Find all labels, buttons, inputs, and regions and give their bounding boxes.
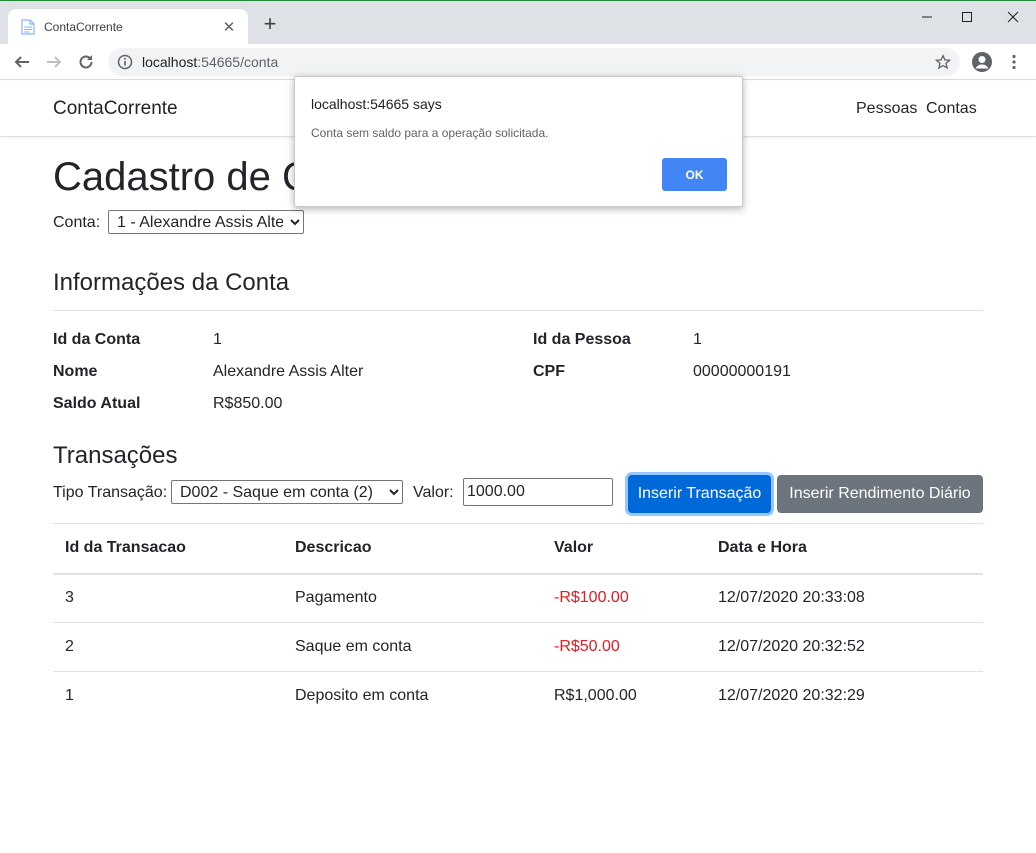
id-conta-label: Id da Conta <box>53 331 141 348</box>
address-bar[interactable]: localhost:54665/conta <box>108 48 960 76</box>
alert-dialog: localhost:54665 says Conta sem saldo par… <box>294 76 743 207</box>
browser-toolbar: localhost:54665/conta <box>0 44 1036 80</box>
bookmark-star-icon[interactable] <box>934 53 952 71</box>
reload-icon[interactable] <box>73 49 99 75</box>
tab-title: ContaCorrente <box>44 20 123 34</box>
cell-descricao: Deposito em conta <box>295 687 429 705</box>
cell-valor: R$1,000.00 <box>554 687 637 705</box>
dialog-title: localhost:54665 says <box>311 96 442 112</box>
table-row: 1 Deposito em conta R$1,000.00 12/07/202… <box>53 672 983 721</box>
table-row: 2 Saque em conta -R$50.00 12/07/2020 20:… <box>53 622 983 672</box>
dialog-ok-button[interactable]: OK <box>662 158 727 191</box>
browser-tab[interactable]: ContaCorrente ✕ <box>8 9 248 45</box>
saldo-label: Saldo Atual <box>53 395 141 412</box>
browser-tab-strip: ContaCorrente ✕ + <box>0 0 1036 45</box>
tab-close-icon[interactable]: ✕ <box>220 18 238 36</box>
cpf-label: CPF <box>533 363 565 380</box>
tipo-transacao-label: Tipo Transação: <box>53 484 168 501</box>
profile-avatar-icon[interactable] <box>970 50 994 74</box>
info-heading: Informações da Conta <box>53 269 290 296</box>
cpf-value: 00000000191 <box>693 363 791 380</box>
cell-descricao: Saque em conta <box>283 622 542 672</box>
tipo-transacao-select[interactable]: D002 - Saque em conta (2) <box>171 480 403 504</box>
page-icon <box>20 19 36 35</box>
id-pessoa-label: Id da Pessoa <box>533 331 631 348</box>
cell-descricao: Pagamento <box>283 573 542 623</box>
valor-input[interactable] <box>463 478 613 506</box>
table-row: 3 Pagamento -R$100.00 12/07/2020 20:33:0… <box>53 573 983 623</box>
cell-data-hora: 12/07/2020 20:32:29 <box>718 687 865 705</box>
info-icon[interactable] <box>108 54 142 70</box>
saldo-value: R$850.00 <box>213 395 283 412</box>
nome-label: Nome <box>53 363 98 380</box>
nome-value: Alexandre Assis Alter <box>213 363 364 380</box>
divider <box>53 310 983 311</box>
column-header: Descricao <box>283 523 542 575</box>
cell-valor: -R$100.00 <box>542 573 706 623</box>
cell-data-hora: 12/07/2020 20:32:52 <box>706 622 983 672</box>
table-header-row: Id da Transacao Descricao Valor Data e H… <box>53 523 983 575</box>
cell-valor: -R$50.00 <box>542 622 706 672</box>
maximize-icon[interactable] <box>944 5 990 29</box>
browser-menu-icon[interactable] <box>1004 50 1024 74</box>
valor-label: Valor: <box>413 484 454 501</box>
dialog-message: Conta sem saldo para a operação solicita… <box>311 126 549 140</box>
column-header: Data e Hora <box>706 523 983 575</box>
inserir-rendimento-button[interactable]: Inserir Rendimento Diário <box>777 475 983 513</box>
cell-data-hora: 12/07/2020 20:33:08 <box>706 573 983 623</box>
nav-link-pessoas[interactable]: Pessoas <box>856 100 917 118</box>
transacoes-table: Id da Transacao Descricao Valor Data e H… <box>53 523 983 721</box>
conta-label: Conta: <box>53 214 101 231</box>
back-icon[interactable] <box>9 49 35 75</box>
close-window-icon[interactable] <box>990 5 1036 29</box>
forward-icon[interactable] <box>41 49 67 75</box>
cell-id: 3 <box>53 573 283 623</box>
column-header: Valor <box>542 523 706 575</box>
id-pessoa-value: 1 <box>693 331 702 348</box>
cell-id: 1 <box>65 687 74 705</box>
new-tab-icon[interactable]: + <box>260 13 280 35</box>
conta-select[interactable]: 1 - Alexandre Assis Alter <box>108 210 304 234</box>
brand-link[interactable]: ContaCorrente <box>53 98 178 120</box>
column-header: Id da Transacao <box>53 523 283 575</box>
url-text: localhost:54665/conta <box>142 54 279 70</box>
nav-link-contas[interactable]: Contas <box>926 100 977 118</box>
inserir-transacao-button[interactable]: Inserir Transação <box>628 475 771 513</box>
cell-id: 2 <box>53 622 283 672</box>
id-conta-value: 1 <box>213 331 222 348</box>
transacoes-heading: Transações <box>53 442 178 469</box>
